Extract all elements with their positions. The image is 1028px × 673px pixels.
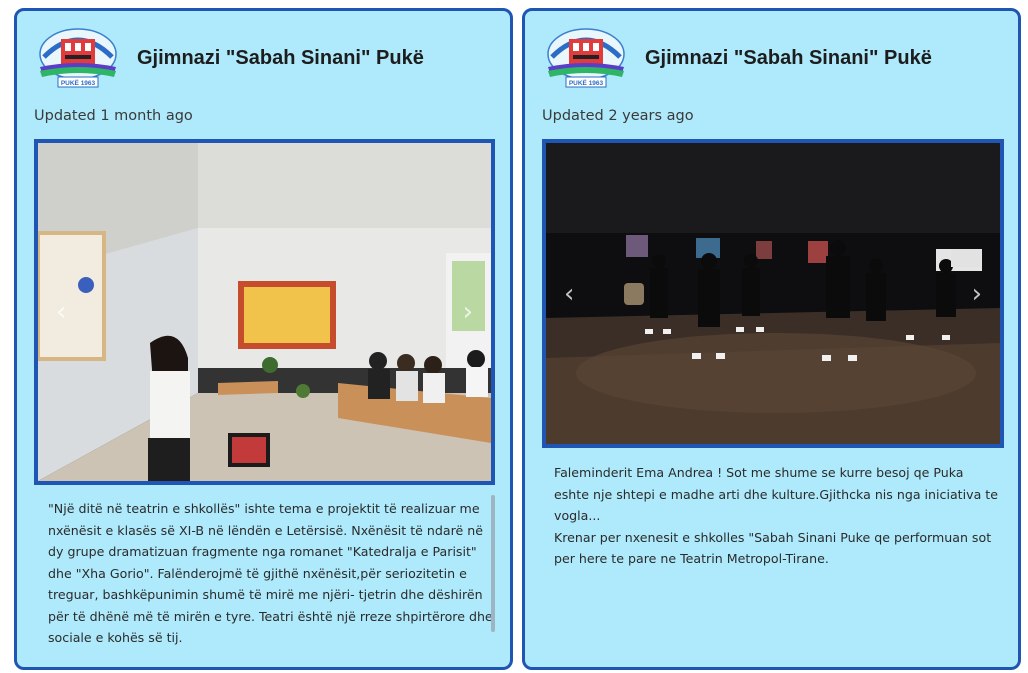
post-card[interactable]: PUKË 1963 Gjimnazi "Sabah Sinani" Pukë U… bbox=[14, 8, 513, 670]
post-text-line: sociale e kohës së tij. bbox=[48, 630, 183, 645]
post-text: Faleminderit Ema Andrea ! Sot me shume s… bbox=[554, 462, 1004, 570]
post-photo-carousel[interactable]: ‹ › bbox=[542, 139, 1004, 448]
post-text-line: treguar, bashkëpunimin shumë të mirë me … bbox=[48, 587, 483, 602]
chevron-left-icon[interactable]: ‹ bbox=[564, 281, 574, 307]
chevron-left-icon[interactable]: ‹ bbox=[56, 299, 66, 325]
svg-text:PUKË 1963: PUKË 1963 bbox=[61, 79, 96, 87]
post-text-line: nxënësit e klasës së XI-B në lëndën e Le… bbox=[48, 522, 484, 538]
post-text: "Një ditë në teatrin e shkollës" ishte t… bbox=[48, 498, 493, 649]
classroom-photo bbox=[38, 143, 491, 481]
chevron-right-icon[interactable]: › bbox=[463, 299, 473, 325]
post-text-line: vogla... bbox=[554, 508, 601, 523]
chevron-right-icon[interactable]: › bbox=[972, 281, 982, 307]
school-name[interactable]: Gjimnazi "Sabah Sinani" Pukë bbox=[137, 47, 424, 70]
post-text-line: "Një ditë në teatrin e shkollës" ishte t… bbox=[48, 501, 480, 516]
post-text-line: Krenar per nxenesit e shkolles "Sabah Si… bbox=[554, 529, 992, 545]
post-text-line: për të dhënë më të mirën e tyre. Teatri … bbox=[48, 608, 493, 624]
school-logo: PUKË 1963 bbox=[547, 28, 625, 88]
svg-text:PUKË 1963: PUKË 1963 bbox=[569, 79, 604, 87]
updated-timestamp: Updated 1 month ago bbox=[34, 108, 193, 124]
post-photo-carousel[interactable]: ‹ › bbox=[34, 139, 495, 485]
post-text-line: eshte nje shtepi e madhe arti dhe kultur… bbox=[554, 486, 998, 502]
post-text-line: per here te pare ne Teatrin Metropol-Tir… bbox=[554, 551, 829, 566]
post-text-line: dy grupe dramatizuan fragmente nga roman… bbox=[48, 544, 477, 559]
school-logo: PUKË 1963 bbox=[39, 28, 117, 88]
updated-timestamp: Updated 2 years ago bbox=[542, 108, 694, 124]
stage-dance-photo bbox=[546, 143, 1000, 444]
text-scrollbar[interactable] bbox=[491, 495, 495, 632]
card-header: PUKË 1963 Gjimnazi "Sabah Sinani" Pukë bbox=[34, 27, 424, 89]
post-text-line: Faleminderit Ema Andrea ! Sot me shume s… bbox=[554, 465, 964, 480]
card-header: PUKË 1963 Gjimnazi "Sabah Sinani" Pukë bbox=[542, 27, 932, 89]
post-text-line: dhe "Xha Gorio". Falënderojmë të gjithë … bbox=[48, 565, 467, 581]
post-card[interactable]: PUKË 1963 Gjimnazi "Sabah Sinani" Pukë U… bbox=[522, 8, 1021, 670]
school-name[interactable]: Gjimnazi "Sabah Sinani" Pukë bbox=[645, 47, 932, 70]
